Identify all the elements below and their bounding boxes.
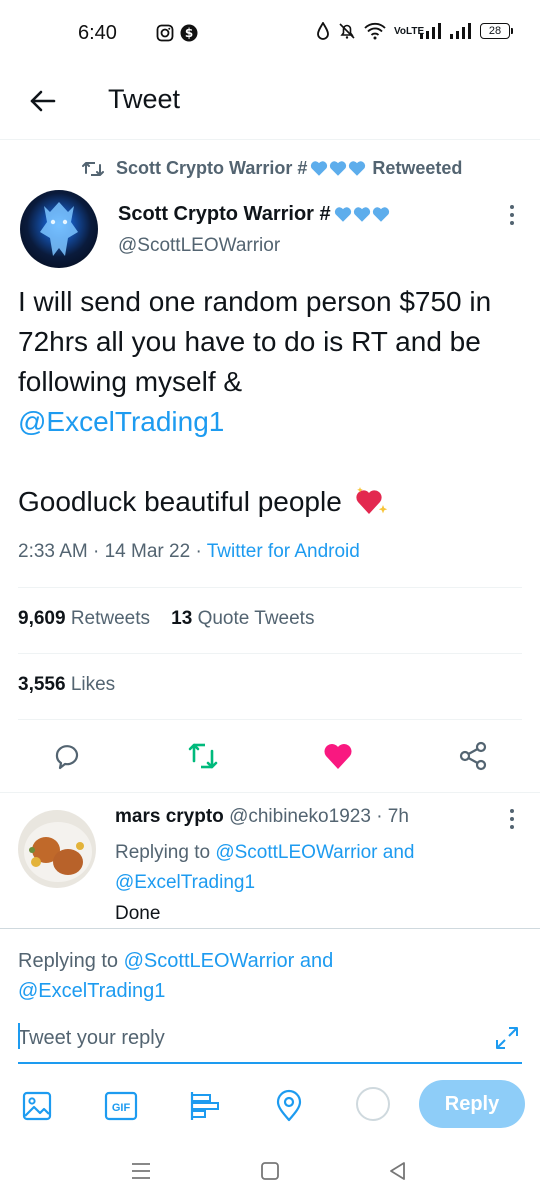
reply-avatar[interactable] — [18, 810, 96, 888]
author-handle[interactable]: @ScottLEOWarrior — [118, 235, 280, 257]
battery-indicator: 28 — [480, 23, 513, 39]
blue-hearts-emoji — [309, 160, 366, 177]
retweeted-label: Retweeted — [372, 158, 463, 178]
reply-text: Done — [115, 903, 161, 924]
blue-hearts-emoji — [333, 206, 390, 223]
text-caret — [18, 1023, 20, 1049]
signal-icon — [420, 23, 442, 39]
wifi-icon — [364, 22, 386, 40]
character-progress-circle — [356, 1087, 390, 1121]
more-vertical-icon[interactable] — [508, 808, 516, 830]
status-indicators: Vo LTE 28 — [316, 22, 513, 40]
retweet-icon[interactable] — [187, 740, 219, 772]
location-pin-icon[interactable] — [272, 1089, 306, 1123]
reply-composer: Replying to @ScottLEOWarrior and @ExcelT… — [0, 928, 540, 1160]
tweet-text: I will send one random person $750 in 72… — [18, 282, 528, 522]
retweet-context: Scott Crypto Warrior # Retweeted — [82, 158, 462, 179]
sparkling-heart-emoji — [355, 487, 387, 514]
divider — [18, 653, 522, 654]
retweets-stat[interactable]: 9,609 Retweets — [18, 608, 150, 629]
volte-indicator: Vo LTE — [394, 25, 425, 37]
mention-link[interactable]: @ExcelTrading1 — [18, 980, 165, 1002]
reply-age: 7h — [387, 806, 409, 827]
app-header: Tweet — [0, 68, 540, 140]
composer-replying-to: Replying to @ScottLEOWarrior and @ExcelT… — [18, 950, 334, 1002]
replying-to: Replying to @ScottLEOWarrior and @ExcelT… — [115, 842, 415, 893]
home-square-icon[interactable] — [258, 1160, 282, 1182]
mention-link[interactable]: @ScottLEOWarrior — [124, 950, 295, 972]
reply-author-name[interactable]: mars crypto — [115, 806, 224, 827]
signal-icon-2 — [450, 23, 472, 39]
divider — [0, 792, 540, 793]
tweet-body: I will send one random person $750 in 72… — [18, 286, 492, 397]
system-nav-bar — [0, 1160, 540, 1200]
mention-link[interactable]: @ExcelTrading1 — [115, 872, 255, 893]
author-name[interactable]: Scott Crypto Warrior # — [118, 203, 390, 226]
back-triangle-icon[interactable] — [386, 1160, 410, 1182]
arrow-left-icon[interactable] — [26, 84, 60, 118]
instagram-icon — [156, 24, 174, 42]
input-underline — [18, 1062, 522, 1064]
more-vertical-icon[interactable] — [508, 204, 516, 226]
reply-author-handle[interactable]: @chibineko1923 — [229, 806, 371, 827]
tweet-actions — [0, 736, 540, 780]
bell-off-icon — [338, 22, 356, 40]
data-saver-icon — [316, 22, 330, 40]
mention-link[interactable]: @ExcelTrading1 — [18, 406, 224, 437]
status-bar: 6:40 $ Vo LTE 28 — [0, 0, 540, 68]
tweet-meta: 2:33 AM · 14 Mar 22 · Twitter for Androi… — [18, 541, 360, 562]
tweet-closing: Goodluck beautiful people — [18, 486, 342, 517]
svg-text:GIF: GIF — [112, 1102, 131, 1114]
likes-stat[interactable]: 3,556 Likes — [18, 674, 115, 696]
tweet-date: 14 Mar 22 — [104, 541, 191, 562]
tweet-time: 2:33 AM — [18, 541, 88, 562]
mention-link[interactable]: @ScottLEOWarrior — [215, 842, 377, 863]
retweeter-name[interactable]: Scott Crypto Warrior # — [116, 158, 307, 179]
quotes-stat[interactable]: 13 Quote Tweets — [171, 608, 314, 629]
tweet-source[interactable]: Twitter for Android — [207, 541, 360, 562]
divider — [18, 587, 522, 588]
comment-icon[interactable] — [51, 740, 83, 772]
reply-button[interactable]: Reply — [419, 1080, 525, 1128]
divider — [18, 719, 522, 720]
svg-text:$: $ — [185, 26, 193, 40]
page-title: Tweet — [108, 84, 181, 114]
retweet-stats: 9,609 Retweets 13 Quote Tweets — [18, 608, 314, 630]
gif-icon[interactable]: GIF — [104, 1089, 138, 1123]
heart-icon[interactable] — [322, 740, 354, 772]
expand-icon[interactable] — [494, 1025, 520, 1051]
status-time: 6:40 — [78, 22, 117, 44]
image-icon[interactable] — [21, 1089, 55, 1123]
reply-header: mars crypto @chibineko1923 · 7h — [115, 806, 409, 827]
avatar[interactable] — [20, 190, 98, 268]
poll-icon[interactable] — [188, 1089, 222, 1123]
retweet-icon — [82, 161, 104, 176]
menu-icon[interactable] — [129, 1160, 153, 1182]
app-s-icon: $ — [180, 24, 198, 42]
share-icon[interactable] — [457, 740, 489, 772]
reply-input[interactable] — [18, 1021, 488, 1055]
